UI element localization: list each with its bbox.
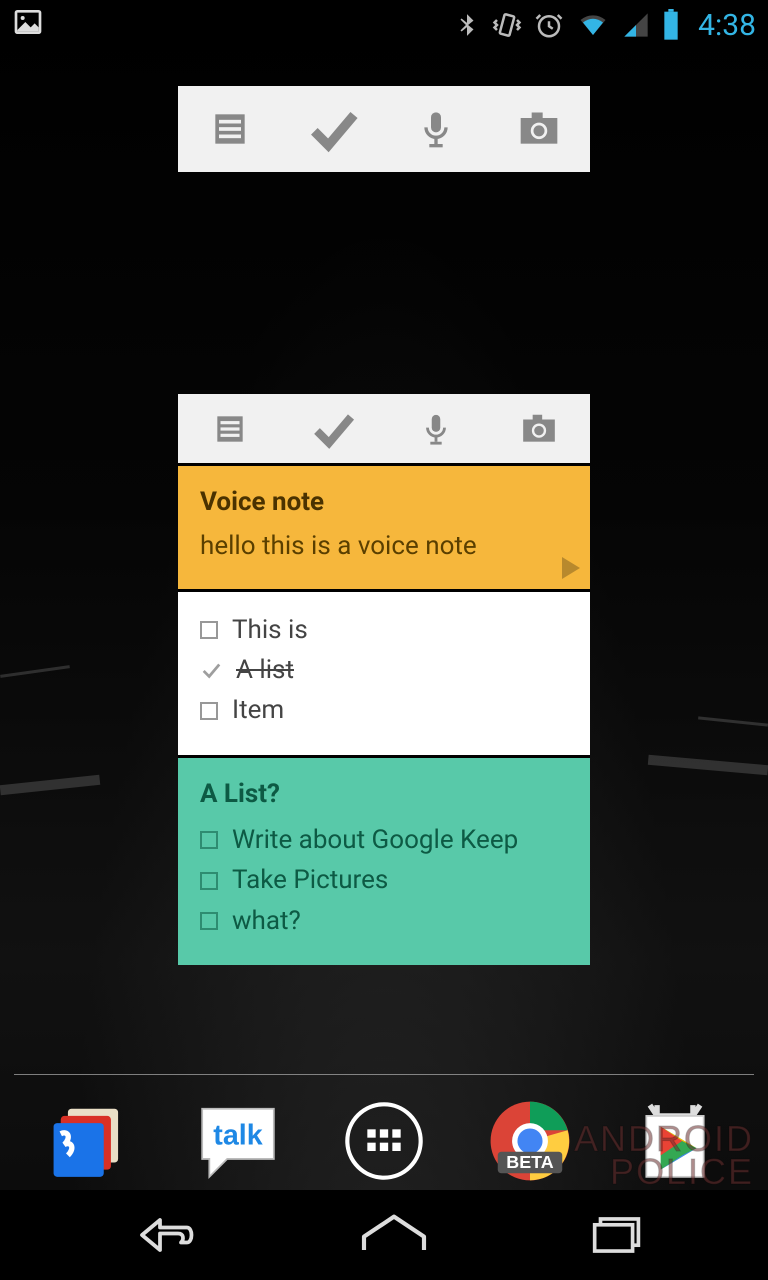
- app-drawer-button[interactable]: [336, 1093, 432, 1189]
- note-title: Voice note: [200, 484, 568, 520]
- checkbox-icon[interactable]: [200, 872, 218, 890]
- camera-icon: [513, 107, 565, 151]
- note-voice[interactable]: Voice note hello this is a voice note: [178, 466, 590, 592]
- checkmark-icon[interactable]: [200, 659, 222, 681]
- bluetooth-icon: [454, 10, 480, 40]
- recents-icon: [583, 1210, 653, 1260]
- svg-text:talk: talk: [214, 1120, 263, 1152]
- status-bar: 4:38: [0, 0, 768, 50]
- checkbox-icon[interactable]: [200, 702, 218, 720]
- list-item: A list: [200, 650, 568, 690]
- app-currents[interactable]: [45, 1093, 141, 1189]
- back-button[interactable]: [115, 1210, 205, 1260]
- gallery-notification-icon: [12, 6, 44, 45]
- note-checklist[interactable]: A List? Write about Google Keep Take Pic…: [178, 758, 590, 965]
- list-item-label: what?: [232, 901, 301, 941]
- list-item-label: Item: [232, 690, 284, 730]
- mic-icon: [416, 105, 456, 153]
- new-photo-button[interactable]: [487, 86, 590, 172]
- mic-icon: [419, 408, 453, 450]
- home-icon: [354, 1210, 434, 1260]
- check-icon: [305, 101, 361, 157]
- home-button[interactable]: [354, 1210, 434, 1260]
- list-item: Write about Google Keep: [200, 820, 568, 860]
- list-item: This is: [200, 610, 568, 650]
- list-item-label: A list: [236, 650, 294, 690]
- new-note-button[interactable]: [178, 394, 281, 463]
- list-item-label: This is: [232, 610, 308, 650]
- checkbox-icon[interactable]: [200, 831, 218, 849]
- status-clock: 4:38: [698, 8, 756, 43]
- list-item-label: Take Pictures: [232, 860, 388, 900]
- note-body: hello this is a voice note: [200, 528, 568, 564]
- note-checklist[interactable]: This is A list Item: [178, 592, 590, 758]
- app-chrome-beta[interactable]: BETA: [482, 1093, 578, 1189]
- vibrate-icon: [492, 10, 522, 40]
- note-icon: [211, 410, 249, 448]
- talk-icon: talk: [195, 1098, 281, 1184]
- alarm-icon: [534, 10, 564, 40]
- wifi-icon: [576, 10, 610, 40]
- dock-separator: [14, 1074, 754, 1075]
- list-item: Take Pictures: [200, 860, 568, 900]
- chrome-icon: BETA: [487, 1098, 573, 1184]
- checkbox-icon[interactable]: [200, 621, 218, 639]
- keep-quicknote-widget: [178, 86, 590, 172]
- recents-button[interactable]: [583, 1210, 653, 1260]
- app-drawer-icon: [344, 1101, 424, 1181]
- navigation-bar: [0, 1190, 768, 1280]
- new-list-button[interactable]: [281, 86, 384, 172]
- new-voice-button[interactable]: [384, 86, 487, 172]
- signal-icon: [622, 10, 650, 40]
- back-icon: [115, 1210, 205, 1260]
- note-icon: [208, 107, 252, 151]
- play-icon[interactable]: [562, 557, 580, 579]
- battery-icon: [662, 9, 680, 41]
- camera-icon: [516, 410, 562, 448]
- new-voice-button[interactable]: [384, 394, 487, 463]
- svg-text:BETA: BETA: [506, 1152, 553, 1172]
- watermark-line: POLICE: [574, 1156, 754, 1188]
- keep-widget-toolbar: [178, 394, 590, 466]
- new-note-button[interactable]: [178, 86, 281, 172]
- app-talk[interactable]: talk: [190, 1093, 286, 1189]
- new-photo-button[interactable]: [487, 394, 590, 463]
- list-item: Item: [200, 690, 568, 730]
- new-list-button[interactable]: [281, 394, 384, 463]
- list-item-label: Write about Google Keep: [232, 820, 518, 860]
- keep-notes-widget: Voice note hello this is a voice note Th…: [178, 394, 590, 965]
- check-icon: [309, 405, 357, 453]
- watermark: ANDROID POLICE: [574, 1123, 754, 1188]
- currents-icon: [50, 1098, 136, 1184]
- list-item: what?: [200, 901, 568, 941]
- checkbox-icon[interactable]: [200, 912, 218, 930]
- note-title: A List?: [200, 776, 568, 812]
